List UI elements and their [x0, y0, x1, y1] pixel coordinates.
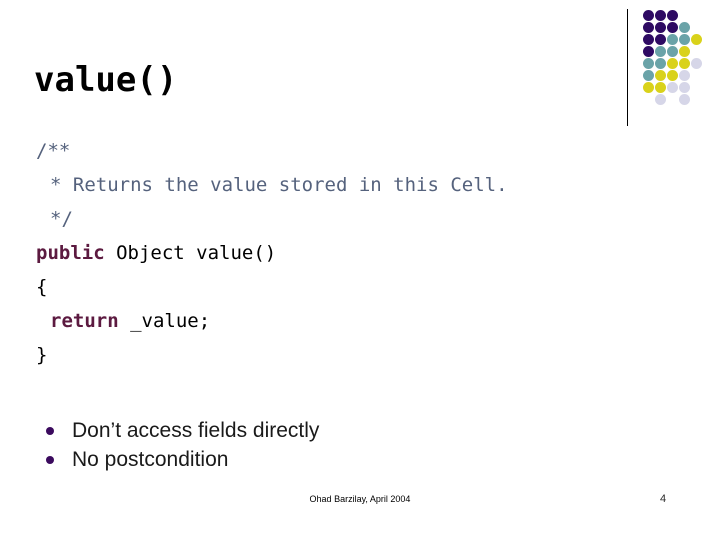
decorative-dot	[691, 34, 702, 45]
decorative-dot	[655, 22, 666, 33]
decorative-dot	[643, 22, 654, 33]
decorative-dot	[667, 58, 678, 69]
decorative-dot	[667, 10, 678, 21]
decorative-dot	[667, 46, 678, 57]
code-token-plain: Object value()	[104, 242, 277, 264]
decorative-dot	[679, 70, 690, 81]
decorative-dot	[667, 82, 678, 93]
code-token-plain: {	[36, 276, 48, 298]
decorative-dot	[655, 10, 666, 21]
decorative-dot	[643, 82, 654, 93]
bullet-item: No postcondition	[36, 445, 596, 474]
bullet-item-label: Don’t access fields directly	[72, 419, 320, 442]
decorative-dot	[643, 46, 654, 57]
decorative-dot	[643, 58, 654, 69]
bullet-list: Don’t access fields directly No postcondi…	[36, 416, 596, 474]
code-line: {	[36, 270, 676, 304]
code-line: /**	[36, 134, 676, 168]
page-number: 4	[660, 493, 667, 505]
code-block: /** * Returns the value stored in this Ce…	[36, 134, 676, 372]
decorative-dot	[643, 70, 654, 81]
decorative-dot	[679, 34, 690, 45]
decorative-dot	[667, 70, 678, 81]
code-token-comment: */	[50, 208, 73, 230]
code-token-plain: }	[36, 344, 48, 366]
decorative-dot	[643, 10, 654, 21]
decorative-dot	[679, 58, 690, 69]
bullet-marker-icon	[46, 427, 54, 435]
vertical-divider	[627, 9, 628, 126]
decorative-dot	[667, 22, 678, 33]
code-line: * Returns the value stored in this Cell.	[36, 168, 676, 202]
dot-grid-decoration	[643, 8, 707, 120]
code-line: public Object value()	[36, 236, 676, 270]
bullet-marker-icon	[46, 456, 54, 464]
bullet-item-label: No postcondition	[72, 448, 229, 471]
decorative-dot	[691, 58, 702, 69]
code-token-keyword: return	[50, 310, 119, 332]
decorative-dot	[679, 94, 690, 105]
decorative-dot	[667, 34, 678, 45]
decorative-dot	[679, 46, 690, 57]
decorative-dot	[643, 34, 654, 45]
code-token-comment: /**	[36, 140, 71, 162]
decorative-dot	[655, 58, 666, 69]
decorative-dot	[655, 34, 666, 45]
decorative-dot	[655, 94, 666, 105]
decorative-dot	[679, 82, 690, 93]
slide-canvas: value() /** * Returns the value stored in…	[0, 0, 720, 540]
code-token-comment: * Returns the value stored in this Cell.	[50, 174, 508, 196]
bullet-item: Don’t access fields directly	[36, 416, 596, 445]
code-line: */	[36, 202, 676, 236]
footer-credit: Ohad Barzilay, April 2004	[309, 494, 411, 504]
code-line: return _value;	[36, 304, 676, 338]
decorative-dot	[655, 70, 666, 81]
decorative-dot	[655, 46, 666, 57]
decorative-dot	[679, 22, 690, 33]
code-token-plain: _value;	[118, 310, 211, 332]
code-token-keyword: public	[36, 242, 105, 264]
decorative-dot	[655, 82, 666, 93]
code-line: }	[36, 338, 676, 372]
page-title: value()	[34, 60, 178, 100]
